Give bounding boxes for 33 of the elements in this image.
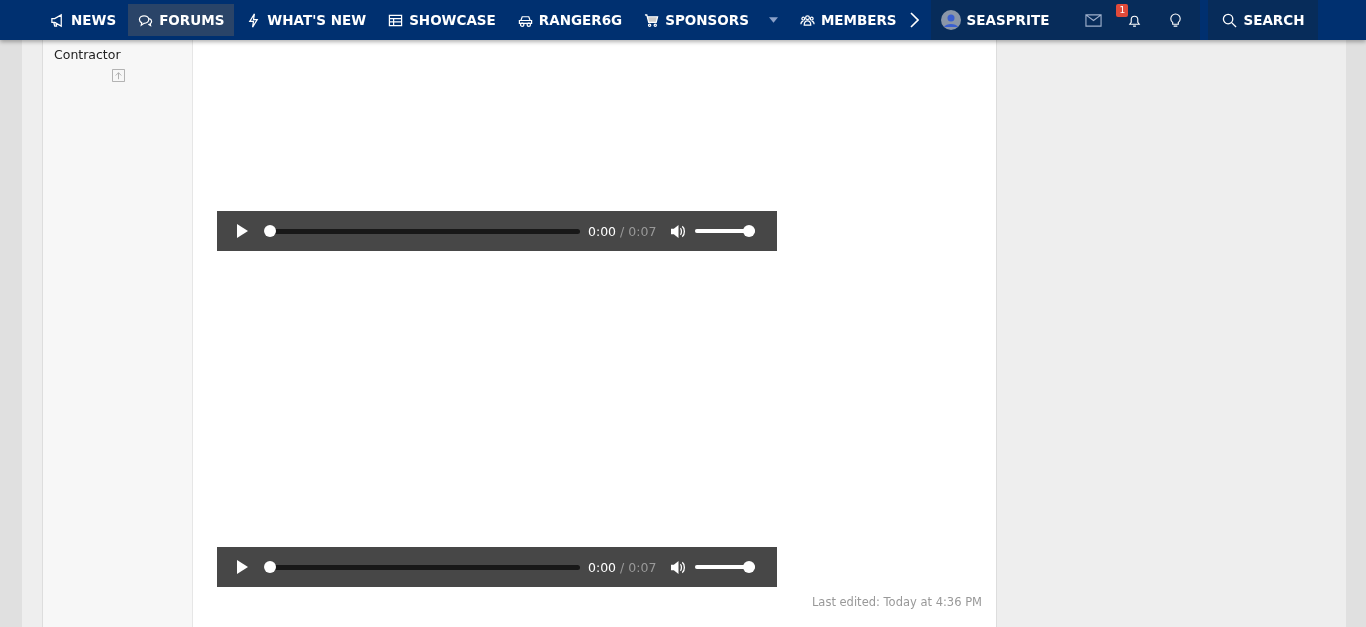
nav-tab[interactable]: RANGER6G bbox=[507, 4, 633, 36]
avatar-icon bbox=[940, 10, 961, 30]
nav-tab[interactable]: MEMBERS bbox=[789, 4, 907, 36]
volume-slider[interactable] bbox=[695, 225, 756, 237]
volume-slider[interactable] bbox=[695, 561, 756, 573]
nav-tab[interactable]: SPONSORS bbox=[634, 4, 788, 36]
people-icon bbox=[799, 12, 815, 28]
user-menu[interactable]: SEASPRITE bbox=[930, 4, 1060, 36]
envelope-icon[interactable] bbox=[1085, 12, 1103, 28]
progress-slider[interactable] bbox=[264, 561, 580, 573]
current-time: 0:00 bbox=[588, 559, 617, 575]
cart-icon bbox=[644, 12, 660, 28]
speaker-icon[interactable] bbox=[670, 223, 688, 239]
nav-tab[interactable]: NEWS bbox=[40, 4, 127, 36]
search-button[interactable]: SEARCH bbox=[1208, 0, 1319, 40]
current-time: 0:00 bbox=[588, 223, 617, 239]
progress-slider[interactable] bbox=[264, 225, 580, 237]
duration-time: / 0:07 bbox=[620, 559, 657, 575]
duration-time: / 0:07 bbox=[620, 223, 657, 239]
alert-count-badge: 1 bbox=[1116, 3, 1129, 17]
megaphone-icon bbox=[50, 12, 65, 28]
chevron-right-icon[interactable] bbox=[908, 12, 919, 28]
nav-tab[interactable]: FORUMS bbox=[128, 4, 235, 36]
play-icon[interactable] bbox=[236, 560, 248, 574]
nav-tab[interactable]: SHOWCASE bbox=[378, 4, 506, 36]
chat-icon bbox=[138, 12, 154, 28]
search-icon bbox=[1222, 12, 1238, 28]
user-occupation: Contractor bbox=[54, 47, 122, 62]
play-icon[interactable] bbox=[236, 224, 248, 238]
speaker-icon[interactable] bbox=[670, 559, 688, 575]
last-edited-note: Last edited: Today at 4:36 PM bbox=[811, 595, 982, 609]
table-icon bbox=[388, 12, 404, 28]
nav-tab[interactable]: WHAT'S NEW bbox=[236, 4, 377, 36]
